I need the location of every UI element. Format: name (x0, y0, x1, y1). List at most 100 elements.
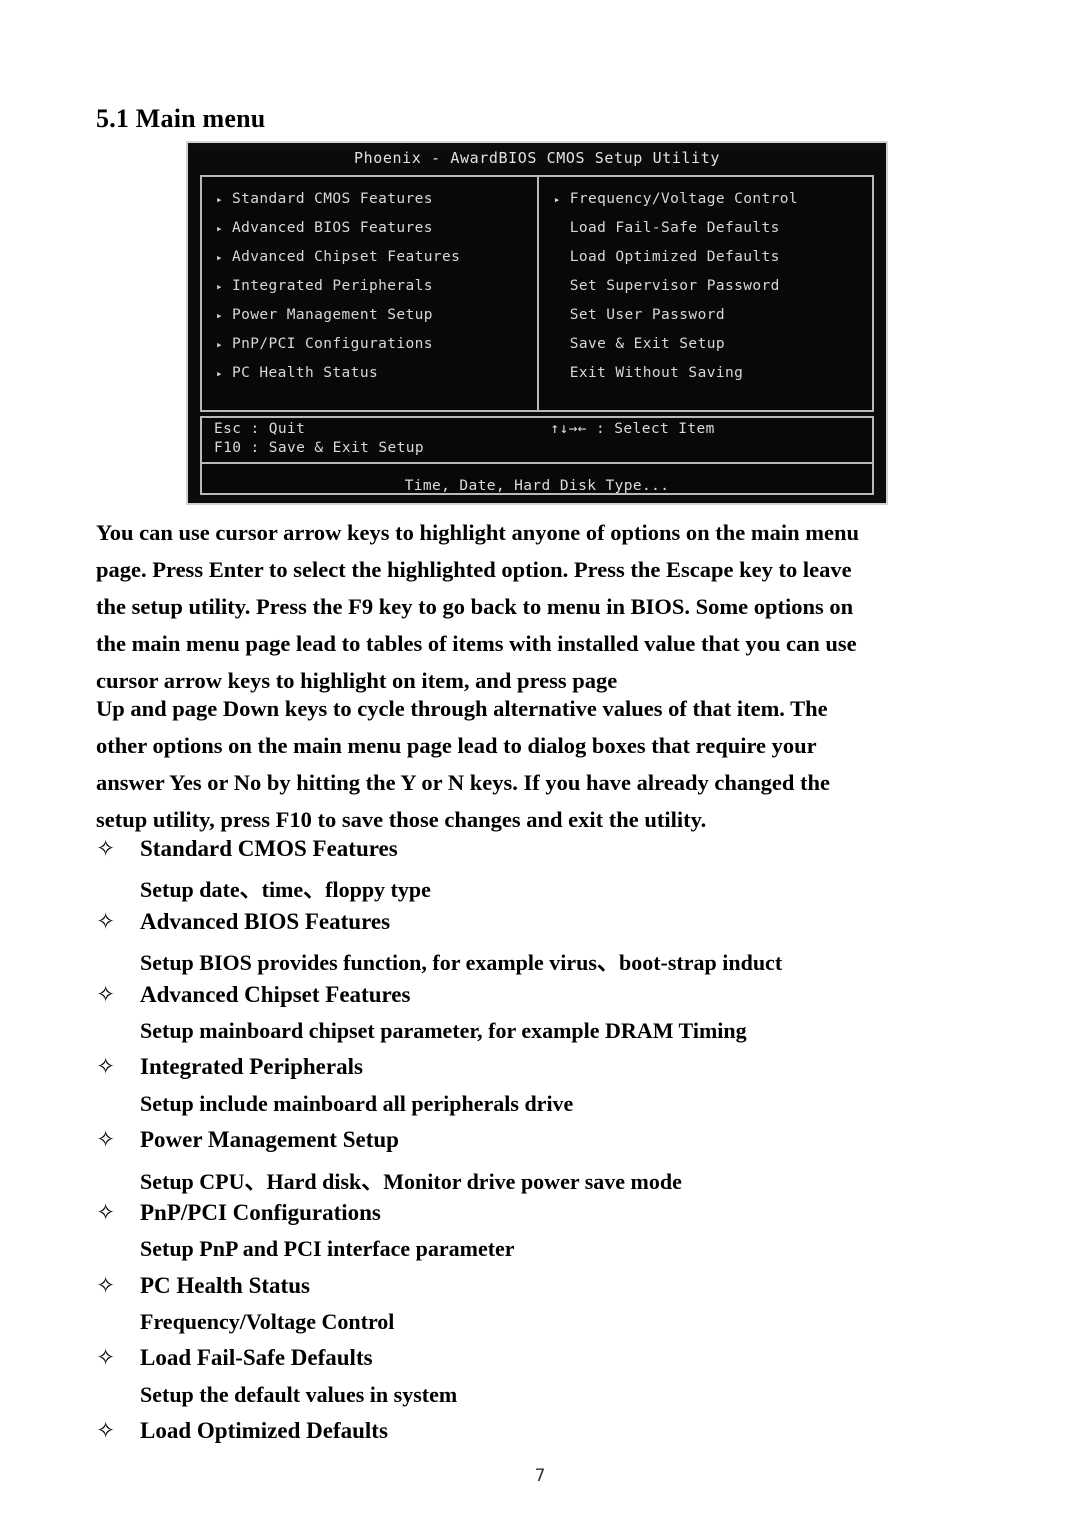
feature-list-item: ✧ Load Optimized Defaults (96, 1418, 996, 1454)
triangle-right-icon: ▸ (553, 193, 561, 206)
paragraph-1-line-3: the main menu page lead to tables of ite… (96, 631, 857, 656)
bios-title-bar: Phoenix - AwardBIOS CMOS Setup Utility (354, 149, 720, 167)
paragraph-1-line-2: the setup utility. Press the F9 key to g… (96, 594, 854, 619)
page-number: 7 (534, 1466, 546, 1486)
bios-screen: Phoenix - AwardBIOS CMOS Setup Utility ▸… (192, 147, 882, 499)
triangle-right-icon: ▸ (554, 309, 570, 322)
feature-item-description-row: Setup BIOS provides function, for exampl… (96, 945, 996, 981)
triangle-right-icon: ▸ (216, 367, 224, 380)
bios-menu-item-label: Advanced Chipset Features (232, 249, 461, 265)
bios-menu-item-left-3[interactable]: ▸ Integrated Peripherals (216, 278, 524, 307)
triangle-right-icon: ▸ (216, 309, 224, 322)
bios-menu-item-label: Power Management Setup (232, 307, 433, 323)
diamond-star-bullet-icon: ✧ (96, 1272, 116, 1299)
feature-item-description-row: Setup the default values in system (96, 1382, 996, 1418)
feature-list-item: ✧ Load Fail-Safe Defaults (96, 1345, 996, 1381)
bios-menu-item-left-2[interactable]: ▸ Advanced Chipset Features (216, 249, 524, 278)
bios-menu-item-label: Load Optimized Defaults (569, 249, 780, 265)
bios-menu-item-left-5[interactable]: ▸ PnP/PCI Configurations (216, 336, 524, 365)
bios-menu-item-right-2[interactable]: ▸Load Optimized Defaults (554, 249, 862, 278)
bios-key-f10: F10 : Save & Exit Setup (214, 440, 424, 456)
bios-help-text: Time, Date, Hard Disk Type... (404, 478, 670, 494)
feature-item-description: Setup the default values in system (140, 1381, 458, 1407)
document-page: 5.1 Main menu Phoenix - AwardBIOS CMOS S… (0, 0, 1080, 1528)
paragraph-2-line-2: answer Yes or No by hitting the Y or N k… (96, 770, 830, 795)
paragraph-2-line-0: Up and page Down keys to cycle through a… (96, 696, 828, 721)
diamond-star-bullet-icon: ✧ (96, 836, 116, 862)
bios-key-esc: Esc : Quit (214, 421, 306, 437)
bios-menu-item-label: Frequency/Voltage Control (569, 191, 798, 207)
feature-item-label: Advanced BIOS Features (140, 908, 391, 934)
bios-key-hints: Esc : Quit F10 : Save & Exit Setup ↑↓→← … (200, 416, 874, 462)
feature-item-label: Standard CMOS Features (140, 836, 398, 861)
feature-item-description: Setup PnP and PCI interface parameter (140, 1236, 515, 1262)
bios-menu-item-left-1[interactable]: ▸ Advanced BIOS Features (216, 220, 524, 249)
feature-list: ✧ Standard CMOS Features Setup date、time、f… (96, 836, 996, 1455)
feature-item-description-row: Setup PnP and PCI interface parameter (96, 1236, 996, 1272)
diamond-star-bullet-icon: ✧ (96, 981, 116, 1008)
feature-item-description-row: Frequency/Voltage Control (96, 1309, 996, 1345)
feature-item-label: Integrated Peripherals (140, 1054, 363, 1080)
paragraph-2-line-1: other options on the main menu page lead… (96, 733, 817, 758)
feature-list-item: ✧ Advanced BIOS Features (96, 909, 996, 945)
triangle-right-icon: ▸ (216, 338, 224, 351)
bios-left-column: ▸ Standard CMOS Features ▸ Advanced BIOS Fe… (216, 191, 524, 394)
bios-menu-item-right-0[interactable]: ▸ Frequency/Voltage Control (554, 191, 862, 220)
bios-menu-panel: ▸ Standard CMOS Features ▸ Advanced BIOS Fe… (200, 175, 874, 412)
bios-menu-item-right-4[interactable]: ▸Set User Password (554, 307, 862, 336)
bios-menu-item-right-1[interactable]: ▸Load Fail-Safe Defaults (554, 220, 862, 249)
feature-item-description-row: Setup CPU、Hard disk、Monitor drive power … (96, 1164, 996, 1200)
feature-item-label: PnP/PCI Configurations (140, 1199, 381, 1225)
bios-menu-item-label: PnP/PCI Configurations (232, 336, 433, 352)
triangle-right-icon: ▸ (216, 251, 224, 264)
feature-item-description: Setup CPU、Hard disk、Monitor drive power … (140, 1168, 682, 1194)
feature-list-item: ✧ Advanced Chipset Features (96, 982, 996, 1018)
paragraph-1-line-0: You can use cursor arrow keys to highlig… (96, 520, 860, 545)
feature-item-label: Load Optimized Defaults (140, 1418, 388, 1444)
paragraph-1-line-1: page. Press Enter to select the highligh… (96, 557, 852, 582)
feature-item-description: Setup mainboard chipset parameter, for e… (140, 1017, 747, 1043)
feature-list-item: ✧ Standard CMOS Features (96, 836, 996, 872)
bios-menu-item-label: Save & Exit Setup (569, 336, 725, 352)
feature-item-description-row: Setup mainboard chipset parameter, for e… (96, 1018, 996, 1054)
feature-item-label: Load Fail-Safe Defaults (140, 1345, 373, 1371)
feature-item-description-row: Setup include mainboard all peripherals … (96, 1091, 996, 1127)
bios-menu-item-right-5[interactable]: ▸Save & Exit Setup (554, 336, 862, 365)
triangle-right-icon: ▸ (216, 222, 224, 235)
triangle-right-icon: ▸ (554, 280, 570, 293)
bios-menu-item-left-6[interactable]: ▸ PC Health Status (216, 365, 524, 394)
bios-menu-item-left-4[interactable]: ▸ Power Management Setup (216, 307, 524, 336)
diamond-star-bullet-icon: ✧ (96, 1345, 116, 1372)
triangle-right-icon: ▸ (216, 193, 224, 206)
bios-right-column: ▸Frequency/Voltage Control▸Load Fail-Saf… (554, 191, 862, 394)
feature-item-label: Advanced Chipset Features (140, 981, 411, 1007)
feature-item-label: Power Management Setup (140, 1127, 399, 1153)
bios-screenshot-figure: Phoenix - AwardBIOS CMOS Setup Utility ▸… (186, 141, 888, 505)
triangle-right-icon: ▸ (554, 367, 570, 380)
feature-item-description: Setup include mainboard all peripherals … (140, 1090, 574, 1116)
bios-menu-item-right-6[interactable]: ▸Exit Without Saving (554, 365, 862, 394)
diamond-star-bullet-icon: ✧ (96, 1199, 116, 1226)
bios-menu-item-label: Advanced BIOS Features (232, 220, 433, 236)
feature-item-description: Setup date、time、floppy type (140, 877, 431, 903)
bios-menu-item-label: Integrated Peripherals (232, 278, 433, 294)
bios-menu-item-label: PC Health Status (232, 365, 379, 381)
diamond-star-bullet-icon: ✧ (96, 1127, 116, 1154)
feature-list-item: ✧ PC Health Status (96, 1273, 996, 1309)
bios-menu-item-left-0[interactable]: ▸ Standard CMOS Features (216, 191, 524, 220)
triangle-right-icon: ▸ (554, 338, 570, 351)
bios-menu-item-label: Standard CMOS Features (232, 191, 433, 207)
feature-item-description: Setup BIOS provides function, for exampl… (140, 950, 783, 976)
bios-column-divider (537, 177, 539, 410)
feature-list-item: ✧ Power Management Setup (96, 1127, 996, 1163)
bios-key-select-item: ↑↓→← : Select Item (550, 421, 715, 437)
bios-menu-item-label: Set Supervisor Password (569, 278, 780, 294)
triangle-right-icon: ▸ (554, 222, 570, 235)
feature-list-item: ✧ Integrated Peripherals (96, 1054, 996, 1090)
paragraph-2-line-3: setup utility, press F10 to save those c… (96, 807, 707, 832)
diamond-star-bullet-icon: ✧ (96, 1418, 116, 1445)
bios-menu-item-label: Load Fail-Safe Defaults (569, 220, 780, 236)
body-paragraph-2: Up and page Down keys to cycle through a… (96, 690, 984, 838)
bios-menu-item-right-3[interactable]: ▸Set Supervisor Password (554, 278, 862, 307)
diamond-star-bullet-icon: ✧ (96, 1054, 116, 1081)
